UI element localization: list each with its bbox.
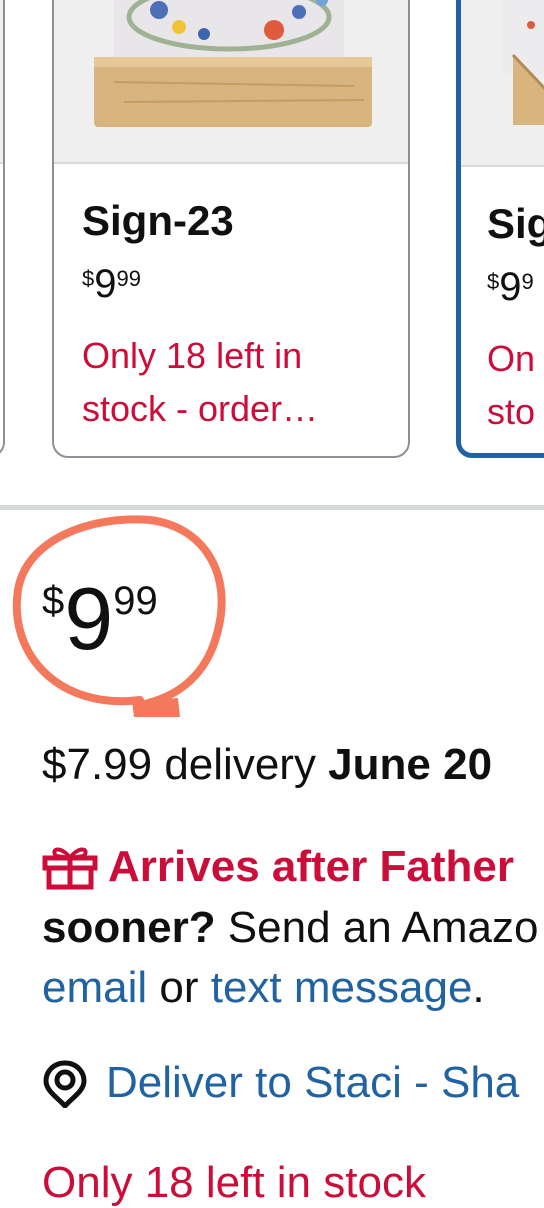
similar-items-carousel: Sign-23 $999 Only 18 left in stock - ord…: [0, 0, 544, 470]
product-price: $999: [82, 262, 141, 306]
location-pin-icon: [42, 1060, 88, 1119]
price-circle-annotation: [12, 515, 226, 717]
stock-warning: On sto: [487, 338, 536, 432]
product-price: $99: [487, 265, 534, 309]
product-image: [54, 0, 408, 164]
carousel-card-sign-23[interactable]: Sign-23 $999 Only 18 left in stock - ord…: [52, 0, 410, 458]
carousel-card-selected[interactable]: Sig $99 On sto: [456, 0, 544, 458]
carousel-card-left[interactable]: [0, 0, 5, 458]
product-photo-sign-stand: [94, 0, 372, 127]
stock-notice: Only 18 left in stock: [42, 1158, 426, 1207]
product-title: Sig: [487, 200, 544, 247]
deliver-to-link[interactable]: Deliver to Staci - Sha: [42, 1058, 519, 1117]
gift-icon: [42, 844, 98, 901]
gift-alert: Arrives after Father: [42, 842, 514, 899]
gift-message-line: sooner? Send an Amazo: [42, 903, 539, 952]
delivery-info: $7.99 delivery June 20: [42, 740, 493, 789]
gift-message-links: email or text message.: [42, 963, 485, 1012]
product-title: Sign-23: [82, 197, 234, 244]
product-image: [461, 0, 544, 167]
text-message-link[interactable]: text message: [211, 963, 473, 1012]
product-photo-sign-stand: [501, 0, 544, 125]
product-image: [0, 0, 3, 164]
email-link[interactable]: email: [42, 963, 147, 1012]
stock-warning: Only 18 left in stock - order…: [82, 335, 319, 429]
